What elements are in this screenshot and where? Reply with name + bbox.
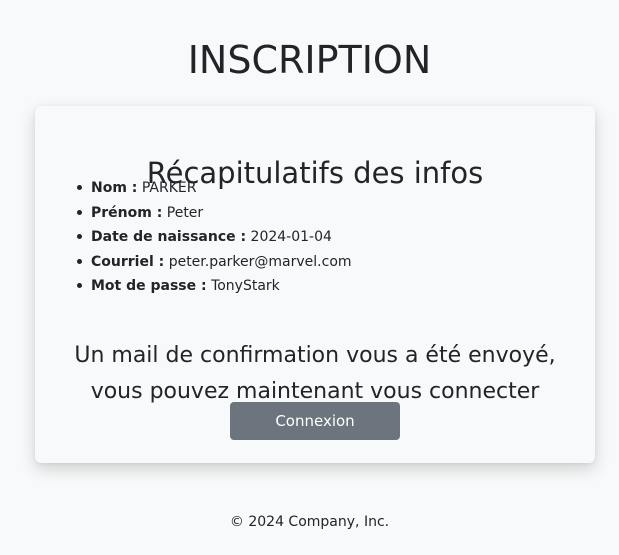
info-list: Nom : PARKER Prénom : Peter Date de nais…	[75, 178, 352, 301]
footer-copyright: © 2024 Company, Inc.	[229, 514, 390, 530]
info-value: TonyStark	[211, 278, 280, 294]
confirmation-message: Un mail de confirmation vous a été envoy…	[35, 338, 595, 410]
confirmation-line-1: Un mail de confirmation vous a été envoy…	[74, 343, 556, 368]
page-title: INSCRIPTION	[187, 38, 432, 83]
info-item-date-naissance: Date de naissance : 2024-01-04	[75, 227, 352, 252]
info-key: Mot de passe :	[91, 278, 207, 294]
info-item-prenom: Prénom : Peter	[75, 203, 352, 228]
bullet-icon	[77, 234, 82, 239]
info-key: Nom :	[91, 180, 138, 196]
info-item-courriel: Courriel : peter.parker@marvel.com	[75, 252, 352, 277]
login-button[interactable]: Connexion	[230, 402, 400, 440]
bullet-icon	[77, 258, 82, 264]
info-key: Prénom :	[91, 204, 163, 221]
bullet-icon	[77, 185, 82, 190]
summary-card: Récapitulatifs des infos Nom : PARKER Pr…	[35, 106, 595, 463]
bullet-icon	[77, 283, 82, 288]
info-item-mot-de-passe: Mot de passe : TonyStark	[75, 276, 352, 301]
info-value: 2024-01-04	[250, 229, 332, 245]
info-key: Date de naissance :	[91, 229, 247, 245]
info-value: PARKER	[141, 180, 197, 196]
bullet-icon	[77, 209, 82, 215]
info-value: peter.parker@marvel.com	[168, 253, 352, 270]
info-key: Courriel :	[91, 253, 165, 270]
info-value: Peter	[166, 204, 204, 221]
info-item-nom: Nom : PARKER	[75, 178, 352, 203]
